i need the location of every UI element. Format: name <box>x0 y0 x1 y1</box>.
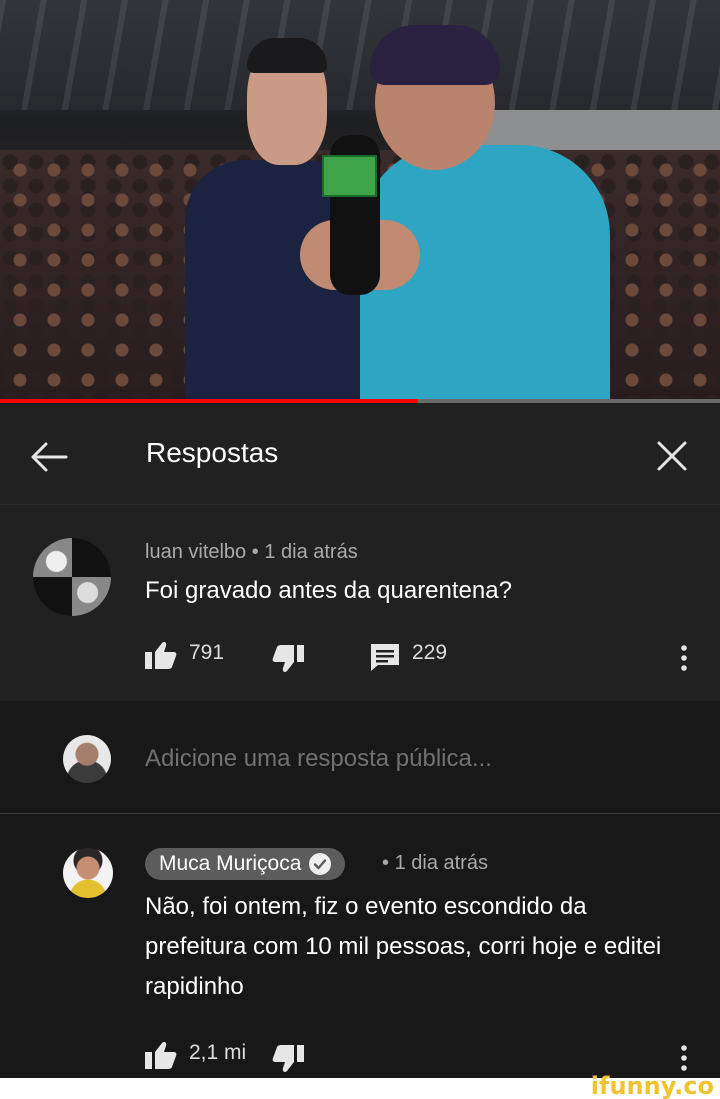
avatar[interactable] <box>63 848 113 898</box>
more-vertical-icon[interactable] <box>672 1041 696 1075</box>
reply-comment: Muca Muriçoca • 1 dia atrás Não, foi ont… <box>0 815 720 1085</box>
reply-comment-icon[interactable] <box>370 643 400 671</box>
thumbs-down-icon[interactable] <box>272 1045 304 1073</box>
author-chip[interactable]: Muca Muriçoca <box>145 848 346 880</box>
avatar[interactable] <box>33 538 111 616</box>
replies-header: Respostas <box>0 403 720 505</box>
thumbs-up-icon[interactable] <box>145 641 177 669</box>
comment-meta: luan vitelbo • 1 dia atrás <box>145 541 358 564</box>
comment-time: 1 dia atrás <box>264 541 358 563</box>
watermark: ifunny.co <box>590 1072 714 1099</box>
verified-check-icon <box>309 853 332 875</box>
back-arrow-icon[interactable] <box>26 439 72 475</box>
reply-count: 229 <box>412 641 448 664</box>
meta-separator: • <box>382 852 390 874</box>
comment-actions: 791 229 <box>0 633 720 673</box>
add-reply-row <box>0 701 720 814</box>
reply-input[interactable] <box>145 745 665 773</box>
reply-time: 1 dia atrás <box>394 852 488 874</box>
thumbs-up-icon[interactable] <box>145 1041 177 1069</box>
reply-author: Muca Muriçoca <box>159 852 302 875</box>
avatar <box>63 735 111 783</box>
reply-actions: 2,1 mi <box>0 1033 720 1073</box>
comment-author[interactable]: luan vitelbo <box>145 541 246 563</box>
video-player[interactable] <box>0 0 720 400</box>
like-count: 791 <box>189 641 225 664</box>
meta-separator: • <box>251 541 259 563</box>
thumbs-down-icon[interactable] <box>272 645 304 673</box>
reply-meta: • 1 dia atrás <box>382 852 488 875</box>
comment-text: Foi gravado antes da quarentena? <box>145 577 512 604</box>
like-count: 2,1 mi <box>189 1041 247 1064</box>
more-vertical-icon[interactable] <box>672 641 696 675</box>
comment: luan vitelbo • 1 dia atrás Foi gravado a… <box>0 505 720 701</box>
video-person-right <box>300 25 610 400</box>
page-title: Respostas <box>146 437 279 468</box>
reply-text: Não, foi ontem, fiz o evento escondido d… <box>145 893 662 1000</box>
close-icon[interactable] <box>652 436 692 476</box>
